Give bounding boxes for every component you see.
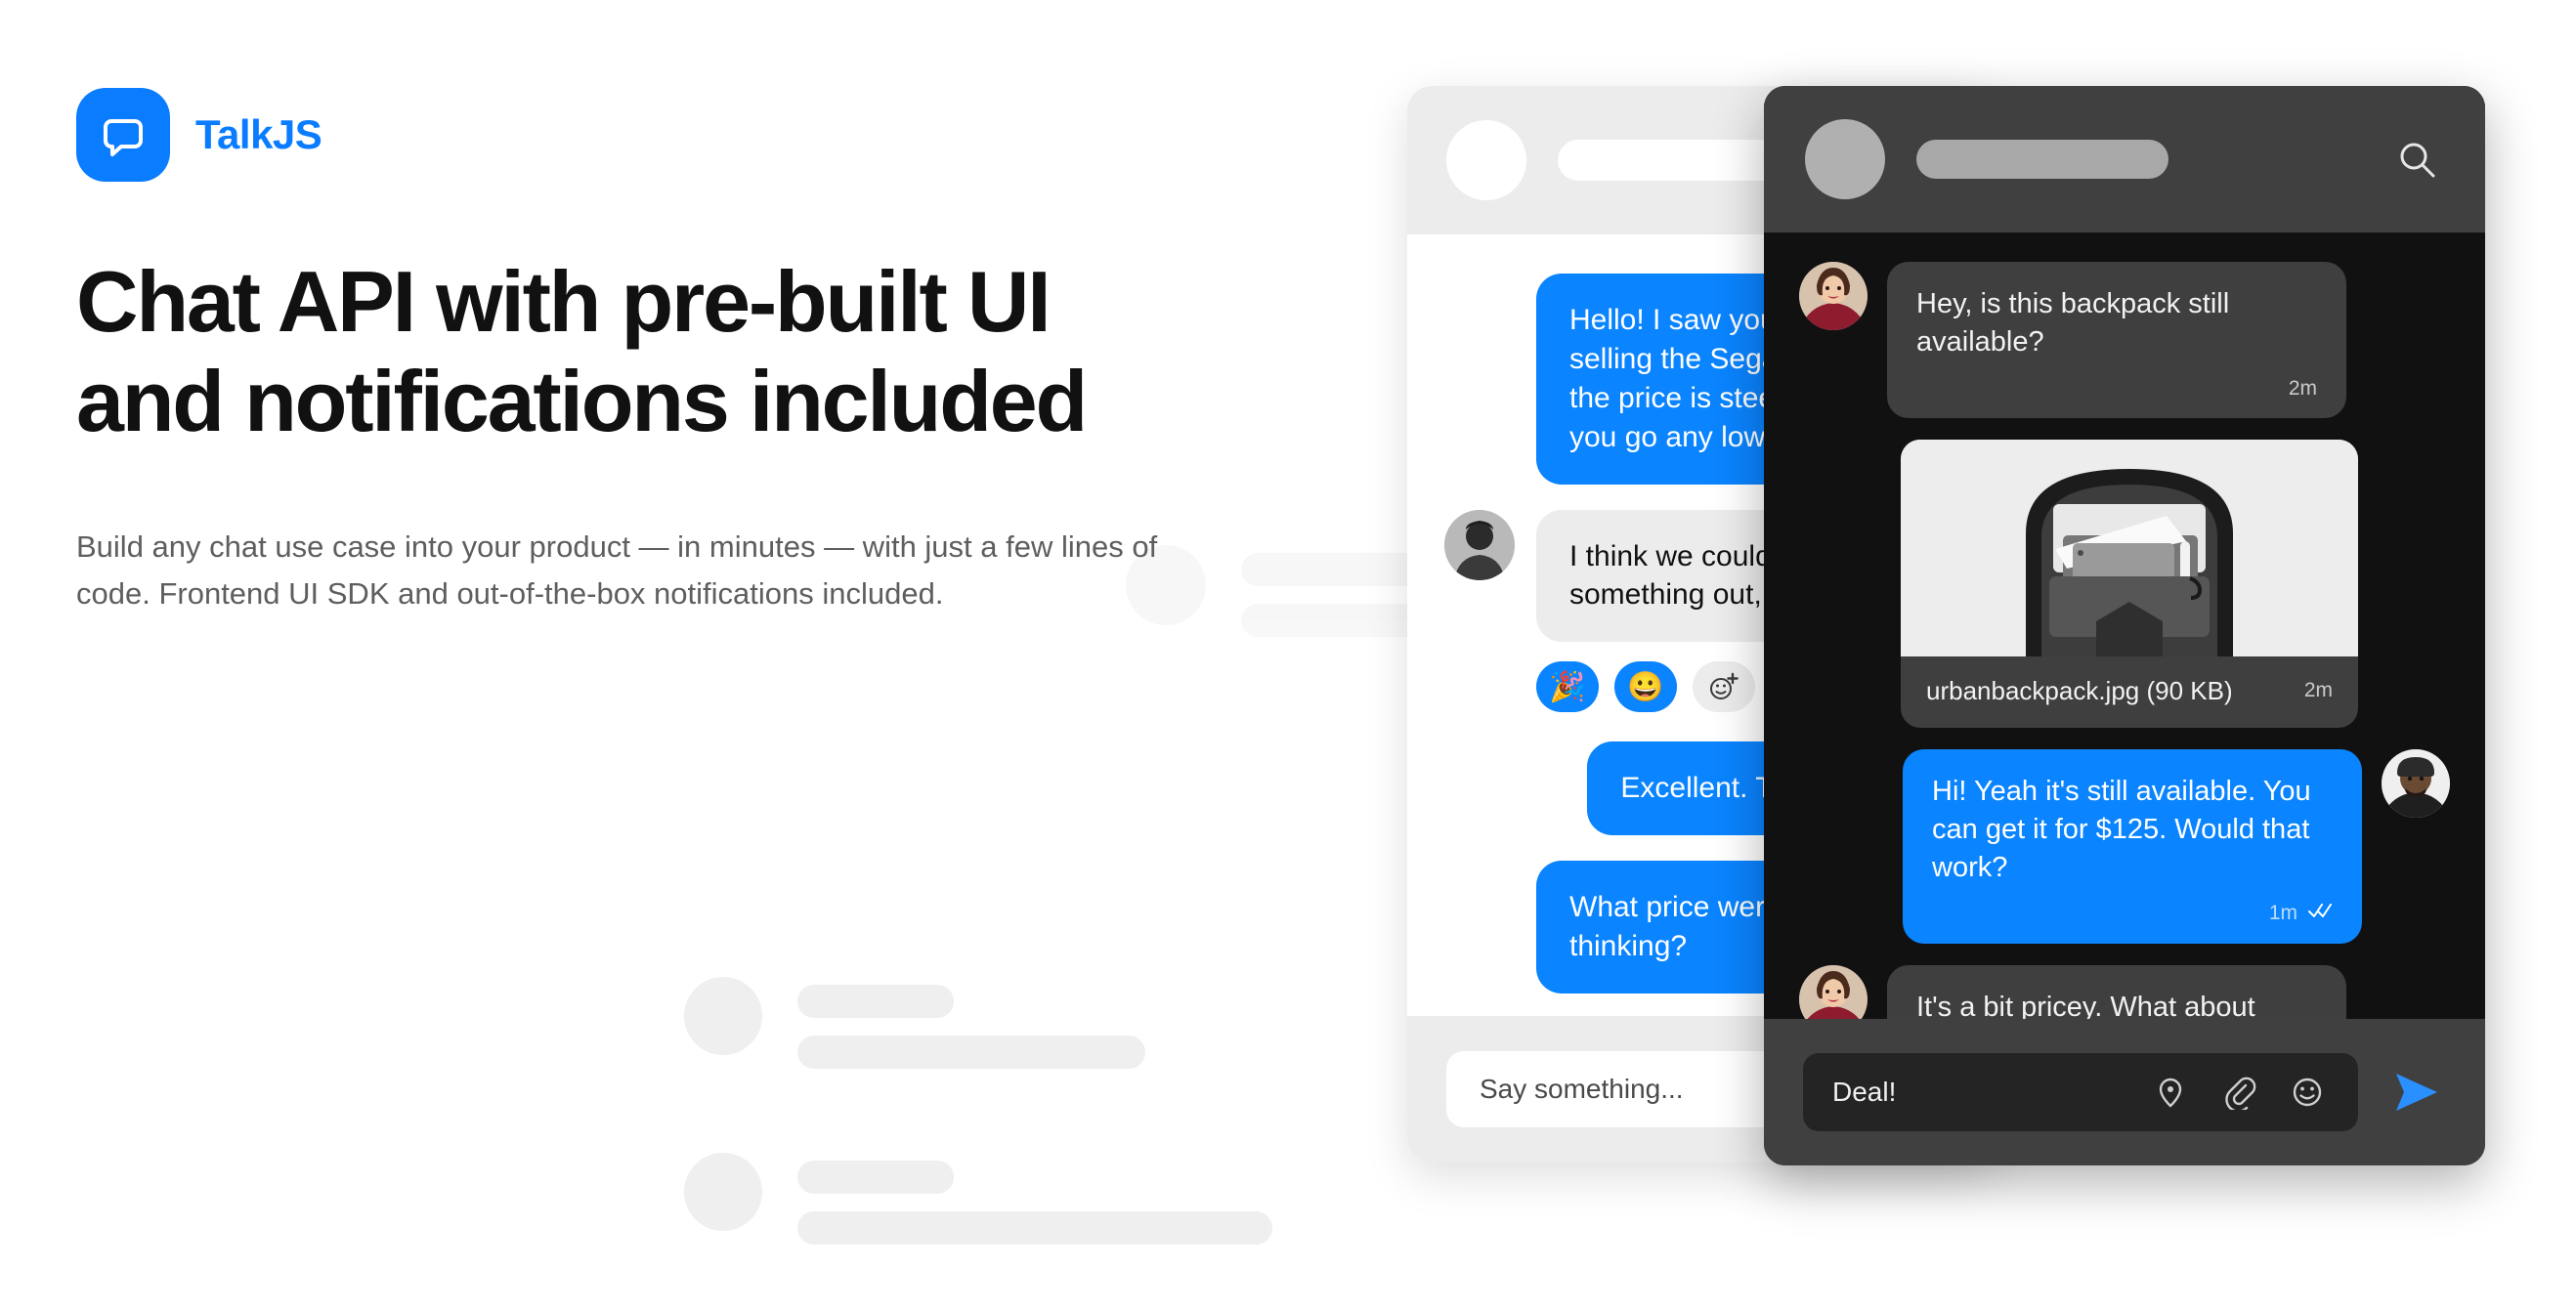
avatar: [1444, 509, 1515, 580]
message-bubble-incoming[interactable]: Hey, is this backpack still available? 2…: [1887, 262, 2346, 418]
message-meta: 2m: [1916, 375, 2317, 402]
chat-bubble-icon: [76, 88, 170, 182]
backpack-photo: [1901, 439, 2358, 656]
dark-panel-header: [1764, 86, 2485, 233]
avatar: [1799, 262, 1868, 330]
message-text: Hey, is this backpack still available?: [1916, 288, 2230, 358]
message-bubble-incoming[interactable]: It's a bit pricey. What about $100? 1m: [1887, 964, 2346, 1019]
message-input[interactable]: Deal!: [1832, 1077, 2124, 1108]
message-input-wrapper[interactable]: Deal!: [1803, 1053, 2358, 1131]
skeleton-avatar: [684, 977, 762, 1055]
avatar: [2382, 748, 2450, 818]
send-icon[interactable]: [2387, 1063, 2446, 1121]
double-check-icon: [2307, 900, 2333, 927]
skeleton-line: [797, 1036, 1145, 1069]
skeleton-avatar: [684, 1153, 762, 1231]
message-meta: 1m: [1932, 900, 2333, 927]
dark-message-list: Hey, is this backpack still available? 2…: [1764, 233, 2485, 1019]
skeleton-line: [797, 1161, 954, 1194]
message-row-attachment: urbanbackpack.jpg (90 KB) 2m: [1764, 439, 2485, 728]
message-row: Hey, is this backpack still available? 2…: [1764, 262, 2485, 418]
message-timestamp: 2m: [2288, 376, 2317, 400]
brand-lockup: TalkJS: [76, 80, 1229, 190]
avatar-placeholder: [1805, 119, 1885, 199]
add-reaction-icon[interactable]: [1693, 661, 1755, 713]
dark-panel-composer: Deal!: [1764, 1019, 2485, 1165]
brand-name: TalkJS: [195, 111, 322, 157]
emoji-icon[interactable]: [2286, 1071, 2329, 1114]
attachment-filename: urbanbackpack.jpg (90 KB): [1926, 675, 2233, 705]
search-icon[interactable]: [2389, 132, 2444, 187]
attachment-card[interactable]: urbanbackpack.jpg (90 KB) 2m: [1901, 439, 2358, 728]
message-timestamp: 1m: [2268, 902, 2297, 925]
page-title: Chat API with pre-built UI and notificat…: [76, 253, 1088, 450]
message-bubble-outgoing[interactable]: Hi! Yeah it's still available. You can g…: [1903, 748, 2362, 944]
skeleton-line: [1241, 553, 1433, 586]
skeleton-conversation-row: [684, 1153, 1272, 1245]
hero-section: TalkJS Chat API with pre-built UI and no…: [76, 80, 1229, 617]
attachment-meta: urbanbackpack.jpg (90 KB) 2m: [1901, 656, 2358, 728]
message-timestamp: 2m: [2303, 679, 2333, 702]
name-placeholder: [1916, 140, 2168, 179]
skeleton-lines: [797, 1153, 1272, 1245]
message-row: It's a bit pricey. What about $100? 1m: [1764, 964, 2485, 1019]
skeleton-line: [797, 1211, 1272, 1245]
skeleton-conversation-row: [684, 977, 1145, 1069]
paperclip-icon[interactable]: [2217, 1071, 2260, 1114]
message-text: Hi! Yeah it's still available. You can g…: [1932, 775, 2311, 883]
message-row: Hi! Yeah it's still available. You can g…: [1764, 748, 2485, 944]
reaction-chip[interactable]: 🎉: [1536, 661, 1599, 713]
location-pin-icon[interactable]: [2149, 1071, 2192, 1114]
avatar: [1799, 964, 1868, 1019]
message-text: It's a bit pricey. What about $100?: [1916, 991, 2255, 1019]
skeleton-line: [797, 985, 954, 1018]
avatar-placeholder: [1446, 120, 1526, 200]
skeleton-lines: [797, 977, 1145, 1069]
page-subtitle: Build any chat use case into your produc…: [76, 529, 1158, 612]
reaction-chip[interactable]: 😀: [1614, 661, 1677, 713]
dark-chat-panel: Hey, is this backpack still available? 2…: [1764, 86, 2485, 1165]
